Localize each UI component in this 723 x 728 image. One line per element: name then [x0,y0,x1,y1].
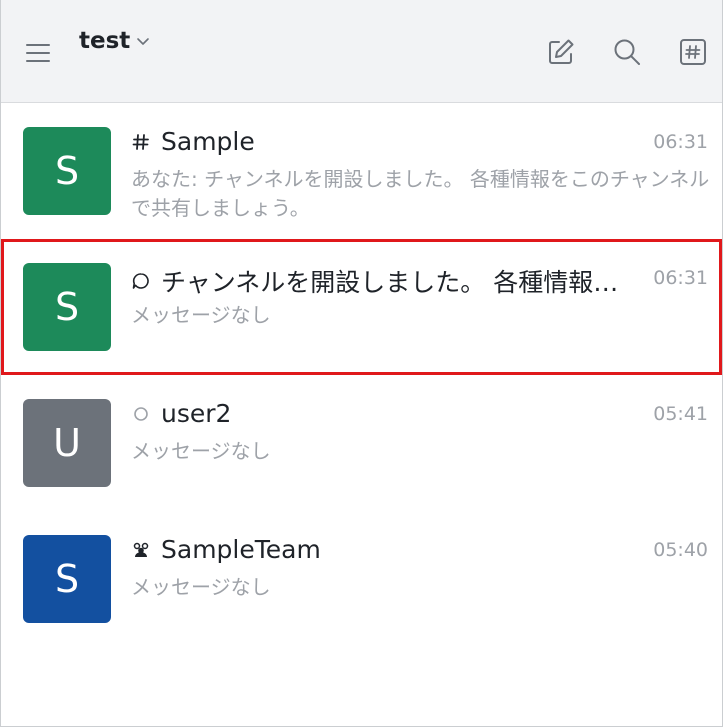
chevron-down-icon [137,38,150,45]
room-title: Sample [131,127,631,156]
room-last-message: メッセージなし [131,439,271,463]
avatar: S [23,535,111,623]
menu-icon[interactable] [23,38,53,68]
room-time: 06:31 [653,131,708,153]
room-title: チャンネルを開設しました。 各種情報をこのチャンネルで共有しましょう。 [131,263,631,299]
room-name: Sample [161,127,255,156]
room-name: チャンネルを開設しました。 各種情報をこのチャンネルで共有しましょう。 [161,268,631,297]
room-name: SampleTeam [161,535,321,564]
room-time: 05:40 [653,539,708,561]
room-list-item[interactable]: S チャンネルを開設しました。 各種情報をこのチャンネルで共有しましょう。 06… [1,239,722,375]
avatar-letter: U [53,421,81,465]
team-icon [133,542,149,557]
directory-icon[interactable] [677,36,709,68]
room-list-item[interactable]: U user2 05:41 メッセージなし [1,375,722,511]
workspace-name: test [79,28,131,54]
avatar: U [23,399,111,487]
search-icon[interactable] [611,36,643,68]
avatar: S [23,127,111,215]
room-list-item[interactable]: S SampleTeam 05:40 メッセージなし [1,511,722,647]
avatar-letter: S [54,285,80,329]
room-last-message: あなた: チャンネルを開設しました。 各種情報をこのチャンネルで共有しましょう。 [131,167,710,219]
avatar: S [23,263,111,351]
room-title: SampleTeam [131,535,631,564]
room-title: user2 [131,399,631,428]
room-name: user2 [161,399,232,428]
room-list-item[interactable]: S Sample 06:31 あなた: チャンネルを開設しました。 各種情報をこ… [1,103,722,239]
avatar-letter: S [54,149,80,193]
avatar-letter: S [54,557,80,601]
room-time: 05:41 [653,403,708,425]
sidebar-panel: test S Sample 06:31 あなた: チャンネルを開設しました。 各… [0,0,723,727]
room-last-message: メッセージなし [131,575,271,599]
discussion-icon [132,273,149,289]
hashtag-icon [132,133,149,150]
workspace-switcher[interactable]: test [79,24,150,58]
room-last-message: メッセージなし [131,303,271,327]
room-time: 06:31 [653,267,708,289]
edit-icon[interactable] [545,36,577,68]
status-offline-icon [134,406,148,421]
sidebar-header: test [1,0,722,103]
